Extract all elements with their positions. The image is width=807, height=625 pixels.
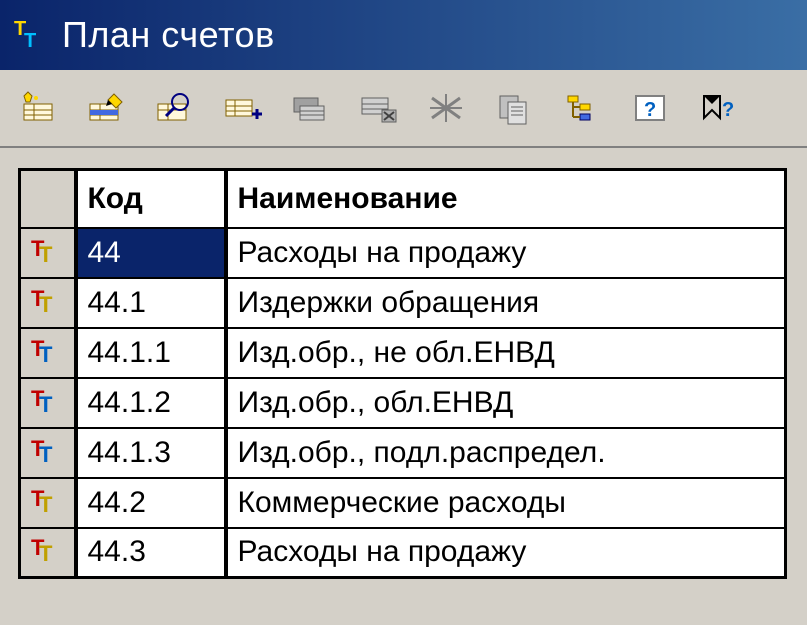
view-button[interactable] (154, 88, 194, 128)
cell-name[interactable]: Коммерческие расходы (226, 478, 786, 528)
row-icon-cell: ТТ (20, 228, 76, 278)
hierarchy-button[interactable] (562, 88, 602, 128)
delete-button[interactable] (358, 88, 398, 128)
header-name[interactable]: Наименование (226, 170, 786, 228)
table-header-row: Код Наименование (20, 170, 786, 228)
cell-name[interactable]: Изд.обр., не обл.ЕНВД (226, 328, 786, 378)
row-icon-cell: ТТ (20, 278, 76, 328)
cell-code[interactable]: 44.1.1 (76, 328, 226, 378)
tips-button[interactable]: ? (698, 88, 738, 128)
add-button[interactable] (222, 88, 262, 128)
svg-text:?: ? (644, 99, 656, 121)
toolbar: ? ? (0, 70, 807, 148)
table-row[interactable]: ТТ 44.2Коммерческие расходы (20, 478, 786, 528)
cell-name[interactable]: Расходы на продажу (226, 228, 786, 278)
copy-clipboard-button[interactable] (494, 88, 534, 128)
cell-name[interactable]: Расходы на продажу (226, 528, 786, 578)
cell-name[interactable]: Изд.обр., подл.распредел. (226, 428, 786, 478)
account-blue-icon: ТТ (31, 440, 59, 462)
row-icon-cell: ТТ (20, 328, 76, 378)
app-icon: Т Т (12, 17, 48, 53)
table-row[interactable]: ТТ 44.1.1Изд.обр., не обл.ЕНВД (20, 328, 786, 378)
account-yellow-icon: ТТ (31, 490, 59, 512)
table-row[interactable]: ТТ 44.3Расходы на продажу (20, 528, 786, 578)
cell-name[interactable]: Издержки обращения (226, 278, 786, 328)
cell-code[interactable]: 44.1.3 (76, 428, 226, 478)
mark-delete-button[interactable] (426, 88, 466, 128)
table-row[interactable]: ТТ 44Расходы на продажу (20, 228, 786, 278)
row-icon-cell: ТТ (20, 528, 76, 578)
header-code[interactable]: Код (76, 170, 226, 228)
cell-code[interactable]: 44.3 (76, 528, 226, 578)
table-row[interactable]: ТТ 44.1Издержки обращения (20, 278, 786, 328)
cell-code[interactable]: 44 (76, 228, 226, 278)
table-row[interactable]: ТТ 44.1.3Изд.обр., подл.распредел. (20, 428, 786, 478)
help-button[interactable]: ? (630, 88, 670, 128)
account-blue-icon: ТТ (31, 390, 59, 412)
accounts-table[interactable]: Код Наименование ТТ44Расходы на продажуТ… (18, 168, 787, 579)
account-yellow-icon: ТТ (31, 539, 59, 561)
cell-code[interactable]: 44.1.2 (76, 378, 226, 428)
window-title: План счетов (62, 14, 275, 56)
edit-button[interactable] (86, 88, 126, 128)
titlebar: Т Т План счетов (0, 0, 807, 70)
header-icon-col (20, 170, 76, 228)
account-yellow-icon: ТТ (31, 240, 59, 262)
cell-code[interactable]: 44.2 (76, 478, 226, 528)
row-icon-cell: ТТ (20, 478, 76, 528)
row-icon-cell: ТТ (20, 428, 76, 478)
account-blue-icon: ТТ (31, 340, 59, 362)
cell-name[interactable]: Изд.обр., обл.ЕНВД (226, 378, 786, 428)
content-area: Код Наименование ТТ44Расходы на продажуТ… (0, 148, 807, 579)
new-line-button[interactable] (18, 88, 58, 128)
row-icon-cell: ТТ (20, 378, 76, 428)
table-row[interactable]: ТТ 44.1.2Изд.обр., обл.ЕНВД (20, 378, 786, 428)
svg-text:Т: Т (24, 30, 36, 52)
account-yellow-icon: ТТ (31, 290, 59, 312)
svg-text:?: ? (722, 99, 734, 121)
cell-code[interactable]: 44.1 (76, 278, 226, 328)
copy-button[interactable] (290, 88, 330, 128)
